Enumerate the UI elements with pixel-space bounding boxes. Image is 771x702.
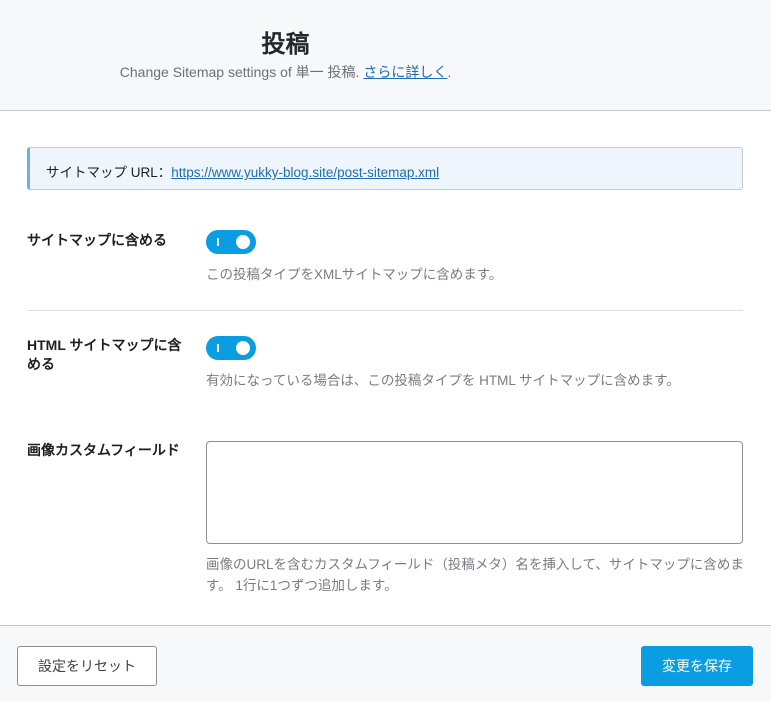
sitemap-url-link[interactable]: https://www.yukky-blog.site/post-sitemap… bbox=[171, 165, 439, 180]
page-title: 投稿 bbox=[261, 31, 310, 58]
page-header: 投稿 Change Sitemap settings of 単一 投稿. さらに… bbox=[0, 0, 771, 111]
toggle-on-icon bbox=[217, 344, 219, 352]
include-sitemap-label: サイトマップに含める bbox=[27, 232, 167, 248]
subtitle-text: Change Sitemap settings of 単一 投稿. bbox=[119, 64, 360, 80]
subtitle-suffix: . bbox=[447, 64, 452, 80]
divider bbox=[27, 310, 743, 311]
image-custom-fields-description: 画像のURLを含むカスタムフィールド（投稿メタ）名を挿入して、サイトマップに含め… bbox=[206, 557, 744, 593]
save-changes-button[interactable]: 変更を保存 bbox=[641, 646, 753, 686]
include-sitemap-description: この投稿タイプをXMLサイトマップに含めます。 bbox=[206, 267, 503, 282]
page-subtitle: Change Sitemap settings of 単一 投稿. さらに詳しく… bbox=[0, 62, 571, 82]
notice-label: サイトマップ URL： bbox=[46, 165, 172, 180]
include-html-sitemap-description: 有効になっている場合は、この投稿タイプを HTML サイトマップに含めます。 bbox=[206, 373, 680, 388]
toggle-knob bbox=[236, 341, 250, 355]
learn-more-link[interactable]: さらに詳しく bbox=[363, 64, 447, 80]
footer-bar: 設定をリセット 変更を保存 bbox=[0, 625, 771, 702]
image-custom-fields-input[interactable] bbox=[206, 441, 743, 544]
include-sitemap-toggle[interactable] bbox=[206, 230, 256, 254]
reset-settings-button[interactable]: 設定をリセット bbox=[17, 646, 157, 686]
include-html-sitemap-toggle[interactable] bbox=[206, 336, 256, 360]
include-html-sitemap-label: HTML サイトマップに含める bbox=[27, 337, 182, 372]
toggle-knob bbox=[236, 235, 250, 249]
toggle-on-icon bbox=[217, 238, 219, 246]
sitemap-url-notice: サイトマップ URL：https://www.yukky-blog.site/p… bbox=[27, 147, 743, 190]
image-custom-fields-label: 画像カスタムフィールド bbox=[27, 442, 180, 458]
